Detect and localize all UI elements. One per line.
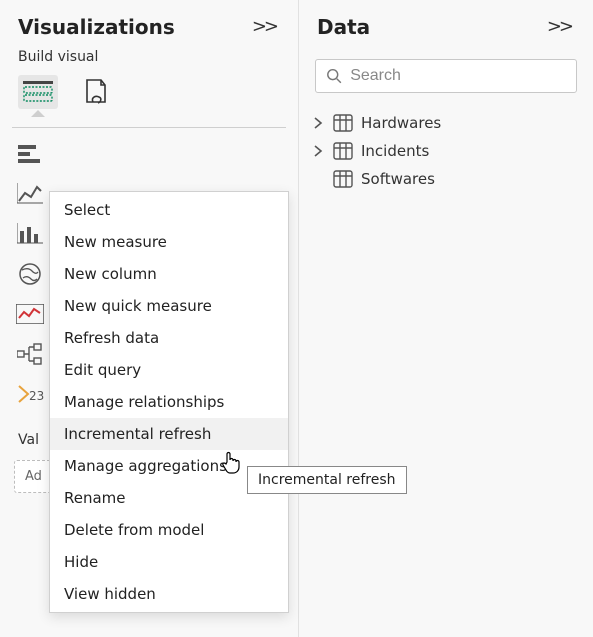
table-icon [333, 114, 353, 132]
format-page-icon [83, 78, 109, 106]
build-tool-row [0, 73, 298, 119]
table-row[interactable]: Incidents [303, 137, 589, 165]
menu-item-select[interactable]: Select [50, 194, 288, 226]
table-visual-icon [23, 81, 53, 103]
tooltip: Incremental refresh [247, 466, 407, 494]
search-icon [326, 67, 342, 85]
data-pane: Data >> Hardwares [298, 0, 593, 637]
map-icon[interactable] [14, 258, 46, 290]
format-visual-tab[interactable] [76, 75, 116, 109]
menu-item-refresh-data[interactable]: Refresh data [50, 322, 288, 354]
clustered-column-chart-icon[interactable] [14, 218, 46, 250]
chevron-right-icon [311, 117, 325, 129]
table-name: Softwares [361, 170, 435, 188]
visualizations-title: Visualizations [18, 15, 175, 39]
table-icon [333, 142, 353, 160]
table-name: Incidents [361, 142, 429, 160]
fields-tree: Hardwares Incidents Softwares [299, 105, 593, 197]
visualizations-header: Visualizations >> [0, 0, 298, 49]
line-chart-icon[interactable] [14, 178, 46, 210]
data-header: Data >> [299, 0, 593, 49]
collapse-visualizations-button[interactable]: >> [248, 14, 280, 39]
menu-item-new-column[interactable]: New column [50, 258, 288, 290]
menu-item-incremental-refresh[interactable]: Incremental refresh [50, 418, 288, 450]
chevron-right-icon [311, 145, 325, 157]
search-input[interactable] [350, 67, 566, 85]
table-row[interactable]: Hardwares [303, 109, 589, 137]
menu-item-view-hidden[interactable]: View hidden [50, 578, 288, 610]
table-icon [333, 170, 353, 188]
build-visual-tab[interactable] [18, 75, 58, 109]
menu-item-new-measure[interactable]: New measure [50, 226, 288, 258]
menu-item-new-quick-measure[interactable]: New quick measure [50, 290, 288, 322]
search-box[interactable] [315, 59, 577, 93]
collapse-data-button[interactable]: >> [543, 14, 575, 39]
menu-item-delete-from-model[interactable]: Delete from model [50, 514, 288, 546]
menu-item-edit-query[interactable]: Edit query [50, 354, 288, 386]
table-row[interactable]: Softwares [303, 165, 589, 193]
search-wrap [299, 49, 593, 105]
data-title: Data [317, 15, 370, 39]
table-context-menu: SelectNew measureNew columnNew quick mea… [49, 191, 289, 613]
svg-text:23: 23 [29, 389, 44, 403]
menu-item-manage-relationships[interactable]: Manage relationships [50, 386, 288, 418]
table-name: Hardwares [361, 114, 441, 132]
stacked-bar-chart-icon[interactable] [14, 138, 46, 170]
power-automate-icon[interactable]: 23 [14, 378, 46, 410]
menu-item-hide[interactable]: Hide [50, 546, 288, 578]
decomposition-tree-icon[interactable] [14, 338, 46, 370]
kpi-icon[interactable] [14, 298, 46, 330]
build-visual-label: Build visual [0, 49, 298, 73]
